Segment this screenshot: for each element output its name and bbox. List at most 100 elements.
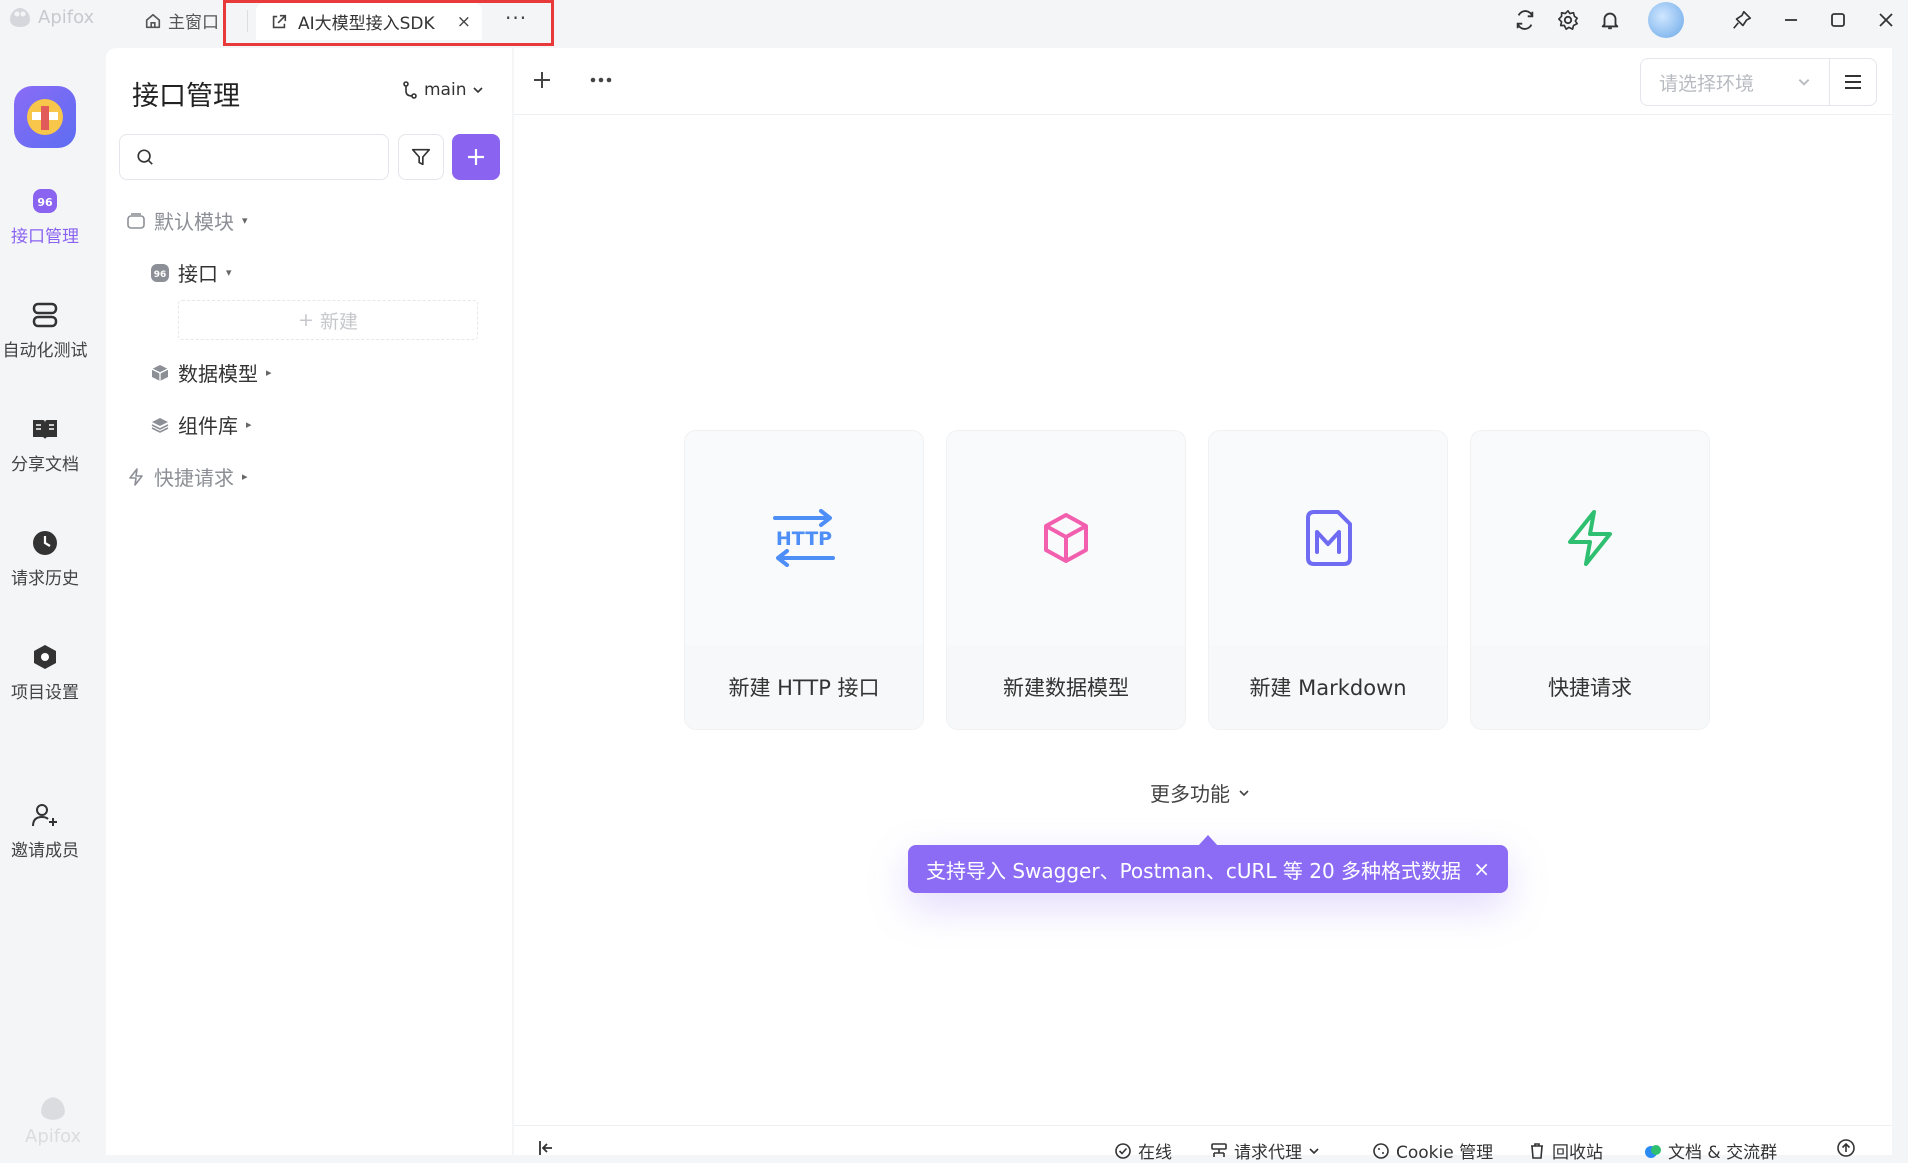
more-tabs-button[interactable] xyxy=(588,70,614,94)
annotation-highlight-box xyxy=(223,0,554,46)
apifox-logo-icon xyxy=(10,8,30,27)
branch-icon xyxy=(403,81,417,99)
cube-icon xyxy=(151,364,169,381)
plus-icon xyxy=(534,72,550,88)
status-cookie-label: Cookie 管理 xyxy=(1396,1143,1494,1163)
tree-item-data-model[interactable]: 数据模型 ▸ xyxy=(150,358,272,387)
apifox-logo-icon xyxy=(41,1097,65,1120)
tab-home-label: 主窗口 xyxy=(168,13,219,33)
card-new-markdown[interactable]: 新建 Markdown xyxy=(1208,430,1448,730)
status-proxy[interactable]: 请求代理 xyxy=(1210,1138,1320,1163)
menu-icon xyxy=(1845,75,1861,89)
tab-home[interactable]: 主窗口 xyxy=(144,8,219,33)
rail-label: 邀请成员 xyxy=(11,841,79,861)
environment-menu-button[interactable] xyxy=(1829,58,1877,106)
app-logo: Apifox xyxy=(8,6,94,28)
rail-item-api-management[interactable]: 96 接口管理 xyxy=(0,186,90,247)
divider xyxy=(514,114,1892,115)
status-proxy-label: 请求代理 xyxy=(1234,1143,1302,1163)
collapse-left-icon xyxy=(539,1141,552,1155)
new-tab-button[interactable] xyxy=(530,68,554,96)
tree-item-default-module[interactable]: 默认模块 ▾ xyxy=(126,206,248,235)
caret-right-icon: ▸ xyxy=(242,470,248,483)
sync-icon[interactable] xyxy=(1513,8,1537,32)
branch-name: main xyxy=(424,80,467,100)
rail-item-share-docs[interactable]: 分享文档 xyxy=(0,414,90,475)
tree-item-label: 组件库 xyxy=(178,414,238,438)
project-logo[interactable] xyxy=(14,86,76,148)
status-online[interactable]: 在线 xyxy=(1114,1138,1172,1163)
trash-icon xyxy=(1531,1142,1543,1159)
tree-item-api[interactable]: 96 接口 ▾ xyxy=(150,258,232,287)
rail-label: 分享文档 xyxy=(11,455,79,475)
status-divider xyxy=(514,1125,1892,1126)
chevron-down-icon xyxy=(1798,79,1810,86)
filter-button[interactable] xyxy=(398,134,444,180)
rail-item-history[interactable]: 请求历史 xyxy=(0,528,90,589)
status-docs[interactable]: 文档 & 交流群 xyxy=(1644,1138,1777,1163)
minimize-icon[interactable] xyxy=(1779,8,1803,32)
caret-right-icon: ▸ xyxy=(266,366,272,379)
rail-label: 请求历史 xyxy=(11,569,79,589)
rail-label: 接口管理 xyxy=(11,227,79,247)
gear-icon[interactable] xyxy=(1556,8,1580,32)
tooltip-close-icon[interactable]: × xyxy=(1473,857,1490,881)
rail-item-automation[interactable]: 自动化测试 xyxy=(0,300,90,361)
arrow-up-circle-icon xyxy=(1837,1139,1855,1157)
rail-item-project-settings[interactable]: 项目设置 xyxy=(0,642,90,703)
card-icon-area: HTTP xyxy=(685,431,923,645)
pin-icon[interactable] xyxy=(1730,8,1754,32)
card-quick-request[interactable]: 快捷请求 xyxy=(1470,430,1710,730)
tree-item-label: 数据模型 xyxy=(178,362,258,386)
rail-label: 项目设置 xyxy=(11,683,79,703)
card-new-http[interactable]: HTTP 新建 HTTP 接口 xyxy=(684,430,924,730)
svg-text:96: 96 xyxy=(154,270,167,280)
search-input[interactable] xyxy=(119,134,389,180)
close-icon[interactable] xyxy=(1874,8,1898,32)
new-label: 新建 xyxy=(319,310,358,333)
book-icon xyxy=(33,420,57,439)
module-icon xyxy=(127,212,145,229)
layers-icon xyxy=(151,417,169,433)
branch-selector[interactable]: main xyxy=(402,80,484,100)
import-tip-tooltip: 支持导入 Swagger、Postman、cURL 等 20 多种格式数据 × xyxy=(908,845,1508,893)
rail-bottom-logo: Apifox xyxy=(25,1095,81,1147)
caret-right-icon: ▸ xyxy=(246,418,252,431)
project-avatar-icon xyxy=(27,99,63,135)
filter-icon xyxy=(411,148,431,166)
rail-item-invite-members[interactable]: 邀请成员 xyxy=(0,800,90,861)
card-new-data-model[interactable]: 新建数据模型 xyxy=(946,430,1186,730)
add-button[interactable] xyxy=(452,134,500,180)
status-recycle[interactable]: 回收站 xyxy=(1528,1138,1603,1163)
rail-bottom-logo-text: Apifox xyxy=(25,1126,82,1147)
more-functions-toggle[interactable]: 更多功能 xyxy=(1150,778,1250,807)
lightning-icon xyxy=(129,467,143,486)
chat-icon xyxy=(1645,1144,1661,1158)
status-online-label: 在线 xyxy=(1138,1143,1172,1163)
chevron-down-icon xyxy=(1239,789,1249,796)
avatar[interactable] xyxy=(1648,2,1684,38)
plus-icon xyxy=(468,149,484,165)
status-recycle-label: 回收站 xyxy=(1552,1143,1603,1163)
status-upload[interactable] xyxy=(1836,1138,1856,1158)
card-label: 快捷请求 xyxy=(1471,644,1709,729)
lightning-icon xyxy=(1568,509,1612,566)
clock-icon xyxy=(33,531,57,555)
caret-down-icon: ▾ xyxy=(226,266,232,279)
card-label: 新建数据模型 xyxy=(947,644,1185,729)
bell-icon[interactable] xyxy=(1598,8,1622,32)
new-api-placeholder[interactable]: + 新建 xyxy=(178,300,478,340)
tree-item-quick-request[interactable]: 快捷请求 ▸ xyxy=(126,462,248,491)
app-name: Apifox xyxy=(38,6,95,28)
tree-item-label: 默认模块 xyxy=(154,210,234,234)
card-label: 新建 Markdown xyxy=(1209,644,1447,729)
api-icon: 96 xyxy=(151,263,169,282)
search-icon xyxy=(137,149,153,165)
maximize-icon[interactable] xyxy=(1826,8,1850,32)
environment-select[interactable]: 请选择环境 xyxy=(1640,58,1830,106)
collapse-sidebar-button[interactable] xyxy=(536,1138,556,1158)
card-icon-area xyxy=(1209,431,1447,645)
status-cookie[interactable]: Cookie 管理 xyxy=(1372,1138,1493,1163)
status-docs-label: 文档 & 交流群 xyxy=(1668,1143,1778,1163)
tree-item-components[interactable]: 组件库 ▸ xyxy=(150,410,252,439)
